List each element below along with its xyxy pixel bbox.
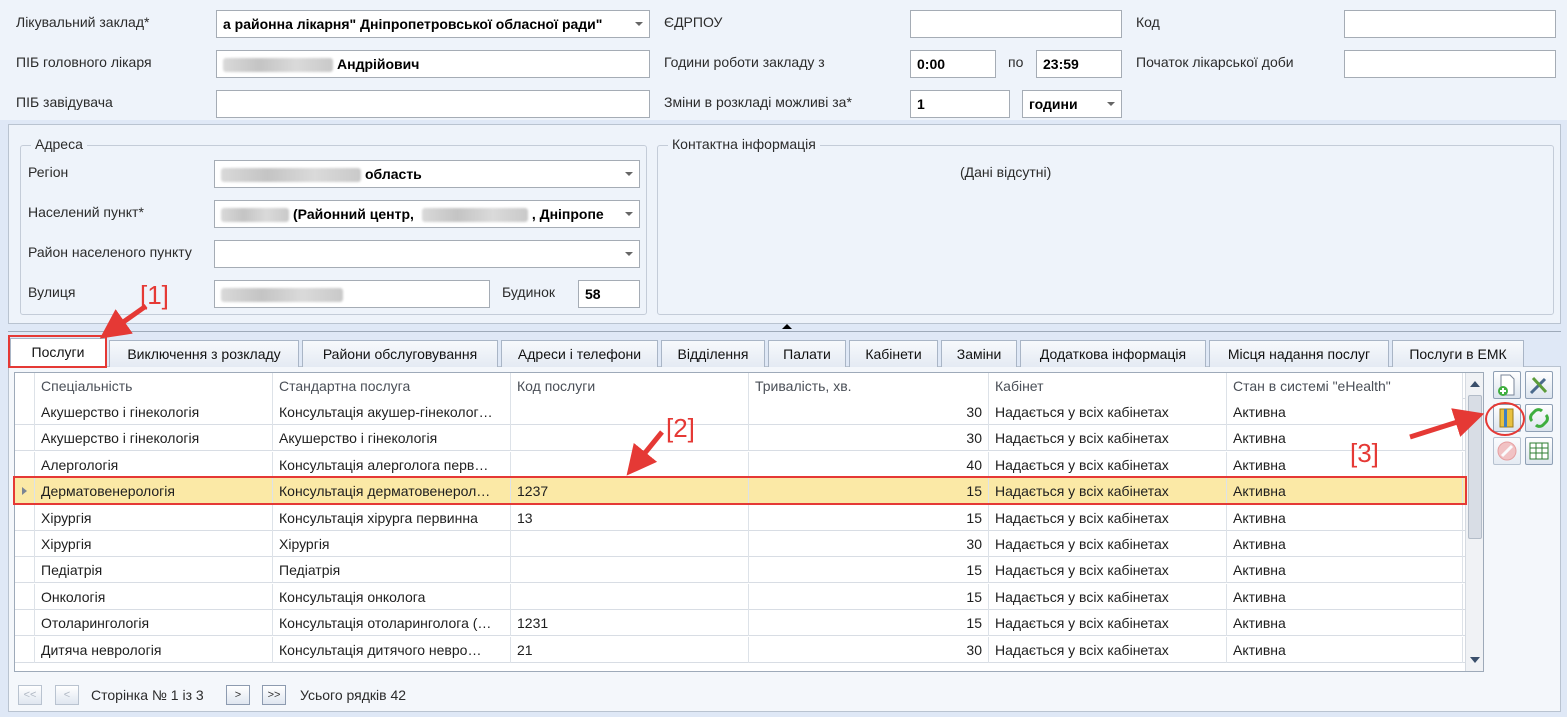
- arrow-1: [99, 303, 148, 339]
- annotation-arrows: [99, 303, 1485, 476]
- arrow-2: [626, 430, 664, 476]
- arrow-3: [1409, 408, 1485, 440]
